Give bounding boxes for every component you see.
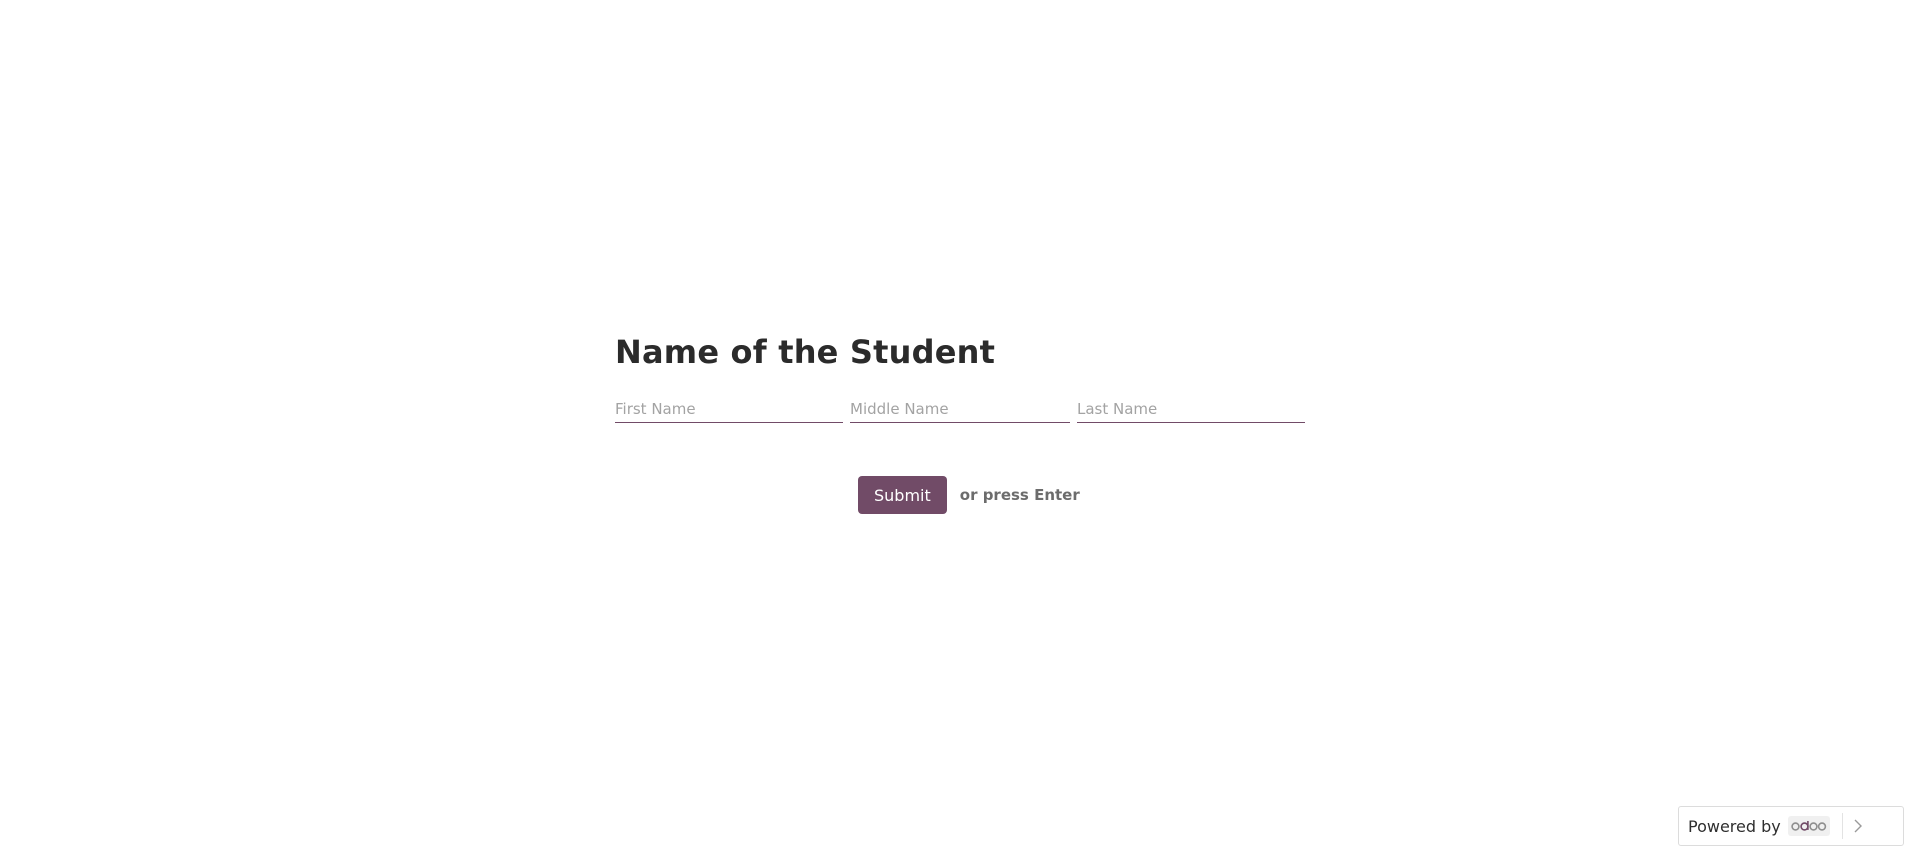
- form-actions: Submit or press Enter: [858, 476, 1080, 514]
- enter-hint: or press Enter: [959, 486, 1080, 504]
- survey-page: Name of the Student Submit or press Ente…: [0, 0, 1920, 864]
- odoo-logo-icon: [1791, 821, 1826, 831]
- submit-button[interactable]: Submit: [858, 476, 947, 514]
- chevron-right-glyph: [1854, 819, 1862, 833]
- chevron-right-icon[interactable]: [1853, 818, 1863, 834]
- last-name-input[interactable]: [1077, 396, 1305, 423]
- badge-divider: [1841, 813, 1843, 839]
- question-title: Name of the Student: [615, 333, 996, 371]
- powered-by-badge[interactable]: Powered by: [1678, 806, 1904, 846]
- first-name-input[interactable]: [615, 396, 843, 423]
- middle-name-input[interactable]: [850, 396, 1070, 423]
- powered-by-label: Powered by: [1688, 816, 1781, 836]
- question-block: Name of the Student: [615, 330, 1305, 423]
- name-fields: [615, 396, 1305, 424]
- odoo-logo[interactable]: [1787, 816, 1830, 836]
